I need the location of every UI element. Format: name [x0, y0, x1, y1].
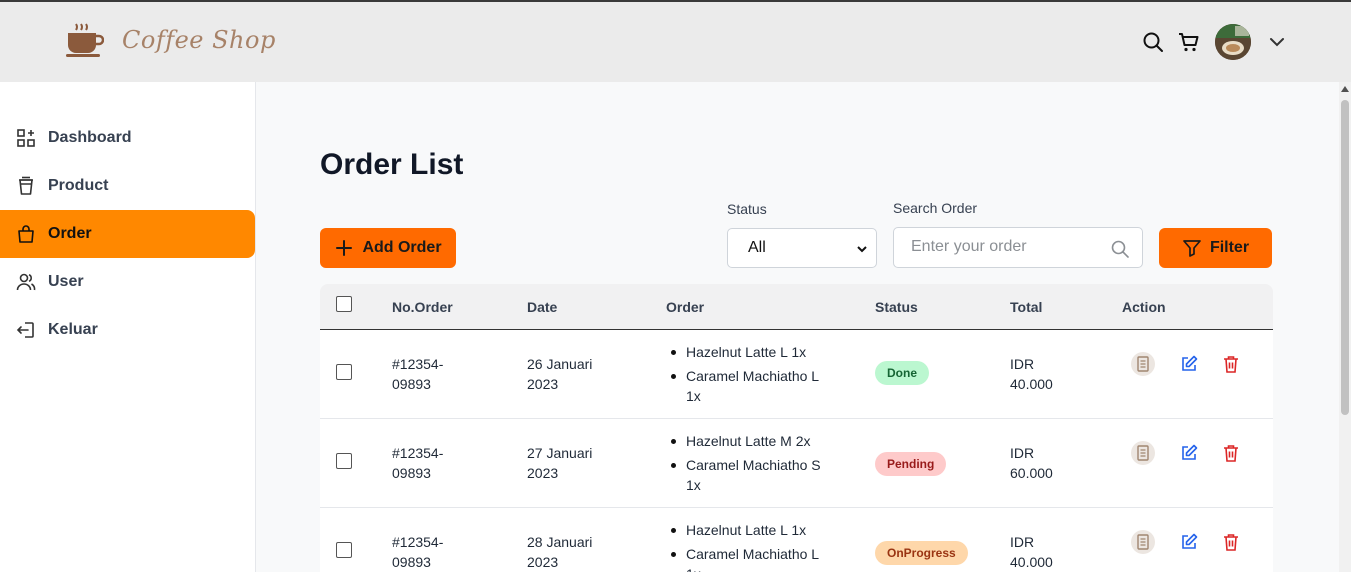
- coffee-cup-icon: [66, 23, 104, 57]
- edit-button[interactable]: [1177, 441, 1201, 465]
- document-icon: [1137, 445, 1149, 461]
- column-header: Order: [666, 299, 705, 315]
- search-icon[interactable]: [1110, 239, 1130, 259]
- list-item: Hazelnut Latte L 1x: [668, 520, 828, 540]
- top-header: Coffee Shop: [0, 2, 1351, 82]
- list-item: Caramel Machiatho L 1x: [668, 544, 828, 572]
- detail-button[interactable]: [1131, 441, 1155, 465]
- sidebar-item-label: Order: [48, 225, 92, 242]
- scroll-thumb[interactable]: [1341, 100, 1349, 415]
- edit-icon: [1182, 533, 1198, 549]
- dashboard-icon: [17, 129, 35, 147]
- chevron-down-icon[interactable]: [1265, 30, 1289, 54]
- brand-logo[interactable]: Coffee Shop: [64, 22, 276, 58]
- column-header: Status: [875, 299, 918, 315]
- filter-icon: [1183, 240, 1201, 257]
- document-icon: [1137, 534, 1149, 550]
- delete-button[interactable]: [1219, 441, 1243, 465]
- status-badge: Pending: [875, 452, 947, 476]
- order-date: 28 Januari 2023: [527, 534, 593, 570]
- order-items: Hazelnut Latte L 1x Caramel Machiatho L …: [668, 520, 828, 572]
- list-item: Caramel Machiatho S 1x: [668, 455, 828, 495]
- trash-icon: [1224, 445, 1238, 462]
- bag-icon: [18, 225, 34, 243]
- document-icon: [1137, 356, 1149, 372]
- detail-button[interactable]: [1131, 530, 1155, 554]
- order-total: IDR 40.000: [1010, 534, 1053, 570]
- select-all-checkbox[interactable]: [336, 296, 352, 312]
- order-number: #12354- 09893: [392, 534, 444, 570]
- sidebar-item-product[interactable]: Product: [0, 162, 255, 210]
- sidebar-item-label: Keluar: [48, 321, 98, 338]
- status-badge: OnProgress: [875, 541, 968, 565]
- sidebar-item-keluar[interactable]: Keluar: [0, 306, 255, 354]
- order-table: No.Order Date Order Status Total Action …: [320, 284, 1273, 572]
- search-field: [893, 227, 1143, 268]
- order-number: #12354- 09893: [392, 445, 444, 481]
- page-title: Order List: [320, 148, 464, 181]
- column-header: No.Order: [392, 299, 453, 315]
- table-row: #12354- 09893 28 Januari 2023 Hazelnut Lat…: [320, 508, 1273, 572]
- delete-button[interactable]: [1219, 530, 1243, 554]
- row-checkbox[interactable]: [336, 542, 352, 558]
- status-label: Status: [727, 201, 767, 217]
- search-icon[interactable]: [1141, 30, 1165, 54]
- logout-icon: [16, 322, 34, 338]
- add-order-label: Add Order: [362, 239, 442, 256]
- scroll-up-arrow-icon[interactable]: [1341, 86, 1349, 92]
- edit-button[interactable]: [1177, 352, 1201, 376]
- search-label: Search Order: [893, 200, 978, 216]
- order-items: Hazelnut Latte L 1x Caramel Machiatho L …: [668, 342, 828, 410]
- sidebar-item-label: User: [48, 273, 84, 290]
- list-item: Caramel Machiatho L 1x: [668, 366, 828, 406]
- avatar[interactable]: [1215, 24, 1251, 60]
- status-select[interactable]: All: [727, 228, 877, 268]
- sidebar-item-dashboard[interactable]: Dashboard: [0, 114, 255, 162]
- order-total: IDR 60.000: [1010, 445, 1053, 481]
- sidebar-item-label: Dashboard: [48, 129, 132, 146]
- plus-icon: [336, 240, 353, 256]
- table-row: #12354- 09893 27 Januari 2023 Hazelnut Lat…: [320, 419, 1273, 508]
- order-total: IDR 40.000: [1010, 356, 1053, 392]
- trash-icon: [1224, 356, 1238, 373]
- edit-icon: [1182, 444, 1198, 460]
- cart-icon[interactable]: [1177, 30, 1201, 54]
- filter-label: Filter: [1209, 239, 1250, 256]
- sidebar: Dashboard Product Order User Keluar: [0, 82, 256, 572]
- chevron-down-icon: [857, 246, 867, 253]
- vertical-scrollbar[interactable]: [1339, 82, 1351, 572]
- column-header: Action: [1122, 299, 1166, 315]
- status-selected-value: All: [748, 239, 766, 256]
- brand-name: Coffee Shop: [122, 26, 276, 54]
- add-order-button[interactable]: Add Order: [320, 228, 456, 268]
- filter-button[interactable]: Filter: [1159, 228, 1272, 268]
- order-number: #12354- 09893: [392, 356, 444, 392]
- list-item: Hazelnut Latte M 2x: [668, 431, 828, 451]
- edit-button[interactable]: [1177, 530, 1201, 554]
- table-header: No.Order Date Order Status Total Action: [320, 284, 1273, 330]
- column-header: Date: [527, 299, 558, 315]
- table-row: #12354- 09893 26 Januari 2023 Hazelnut Lat…: [320, 330, 1273, 419]
- order-date: 26 Januari 2023: [527, 356, 593, 392]
- order-items: Hazelnut Latte M 2x Caramel Machiatho S …: [668, 431, 828, 499]
- users-icon: [16, 273, 36, 291]
- sidebar-item-order[interactable]: Order: [0, 210, 255, 258]
- column-header: Total: [1010, 299, 1043, 315]
- trash-icon: [1224, 534, 1238, 551]
- sidebar-item-label: Product: [48, 177, 109, 194]
- search-input[interactable]: [911, 238, 1101, 256]
- sidebar-item-user[interactable]: User: [0, 258, 255, 306]
- order-date: 27 Januari 2023: [527, 445, 593, 481]
- delete-button[interactable]: [1219, 352, 1243, 376]
- row-checkbox[interactable]: [336, 364, 352, 380]
- row-checkbox[interactable]: [336, 453, 352, 469]
- status-badge: Done: [875, 361, 929, 385]
- list-item: Hazelnut Latte L 1x: [668, 342, 828, 362]
- cup-icon: [19, 176, 33, 195]
- detail-button[interactable]: [1131, 352, 1155, 376]
- edit-icon: [1182, 355, 1198, 371]
